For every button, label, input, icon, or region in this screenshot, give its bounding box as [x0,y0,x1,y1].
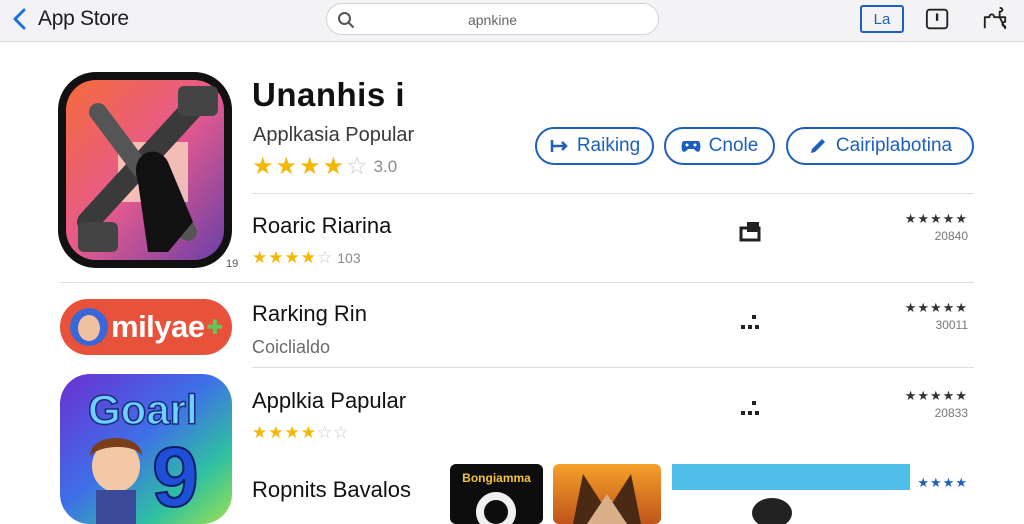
controller-label: Cnole [708,135,759,156]
divider [252,193,974,194]
list-item-count: 20833 [934,406,968,420]
more-icon[interactable] [738,398,762,420]
app-title: Unanhis i [252,76,406,113]
star-icon: ★ [252,248,268,267]
screenshot-thumbnail[interactable]: Bongiamma [450,464,543,524]
list-item-subtitle: Coiclialdo [252,337,331,357]
language-button[interactable]: La [860,5,904,33]
controller-button[interactable]: Cnole [664,127,775,165]
pencil-icon [810,139,825,153]
controller-icon [681,141,701,152]
star-empty-icon: ☆ [333,423,349,442]
plus-icon: ✚ [206,316,224,339]
avatar [70,308,108,346]
fox-artwork [573,474,641,524]
search-icon [338,12,354,28]
divider [252,367,974,368]
ranking-icon [550,140,568,152]
search-input[interactable] [363,9,622,31]
star-icon: ★ [322,153,345,180]
star-empty-icon: ☆ [346,153,368,180]
app-rating: ★ ★ ★ ★ ☆ 3.0 [252,155,397,179]
chevron-left-icon [13,8,26,30]
age-badge: 19 [226,258,239,270]
search-bar[interactable] [326,3,659,35]
logo-text: milyae [111,309,205,344]
more-icon[interactable] [738,312,762,334]
edit-button[interactable]: Cairiplabotina [786,127,974,165]
list-item-title[interactable]: Roaric Riarina [252,213,391,239]
app-category: Applkasia Popular [253,124,415,146]
ring-graphic [476,492,516,524]
star-icon: ★ [299,153,321,180]
list-item-rating: ★ ★ ★ ★ ☆ 103 [252,249,361,266]
rating-value: 3.0 [373,157,398,176]
back-button[interactable]: App Store [10,4,129,34]
figure-graphic [752,498,792,524]
goal-artwork: Goarl 9 [60,374,232,524]
screenshot-thumbnail[interactable] [553,464,661,524]
list-item-stars: ★★★★ [917,475,968,490]
divider [60,282,974,283]
info-box-icon [925,8,949,30]
info-button[interactable] [924,5,952,33]
star-icon: ★ [275,153,298,180]
list-item-rating: ★ ★ ★ ★ ☆ ☆ [252,424,349,441]
download-icon[interactable] [738,220,762,242]
top-bar: App Store La [0,0,1024,42]
ranking-button[interactable]: Raiking [535,127,654,165]
back-label: App Store [38,7,129,30]
list-item-title[interactable]: Ropnits Bavalos [252,477,411,503]
star-empty-icon: ☆ [317,248,333,267]
list-item-stars: ★★★★★ [904,300,968,315]
app-artwork [66,80,224,260]
puzzle-icon [983,6,1007,30]
screenshot-thumbnail[interactable] [672,464,910,524]
star-icon: ★ [300,248,316,267]
list-item-title[interactable]: Applkia Papular [252,388,406,414]
list-item-title[interactable]: Rarking Rin [252,301,367,327]
list-item-count: 30011 [935,318,968,332]
extensions-button[interactable] [980,5,1010,33]
star-icon: ★ [252,423,268,442]
ranking-label: Raiking [576,135,641,156]
star-icon: ★ [300,423,316,442]
goal-logo-number: 9 [152,430,199,524]
thumbnail-label: Bongiamma [462,471,531,485]
edit-label: Cairiplabotina [835,135,953,156]
app-icon-goal[interactable]: Goarl 9 [60,374,232,524]
star-icon: ★ [268,423,284,442]
banner-band [672,464,910,490]
goal-logo-text: Goarl [88,386,198,433]
star-icon: ★ [252,153,274,180]
star-icon: ★ [284,423,300,442]
list-item-stars: ★★★★★ [904,388,968,403]
list-item-stars: ★★★★★ [904,211,968,226]
app-logo-milyae[interactable]: milyae ✚ [60,299,232,355]
rating-value: 103 [337,249,361,266]
list-item-count: 20840 [934,229,968,243]
star-icon: ★ [268,248,284,267]
star-empty-icon: ☆ [317,423,333,442]
app-icon-hero[interactable] [58,72,232,268]
star-icon: ★ [284,248,300,267]
